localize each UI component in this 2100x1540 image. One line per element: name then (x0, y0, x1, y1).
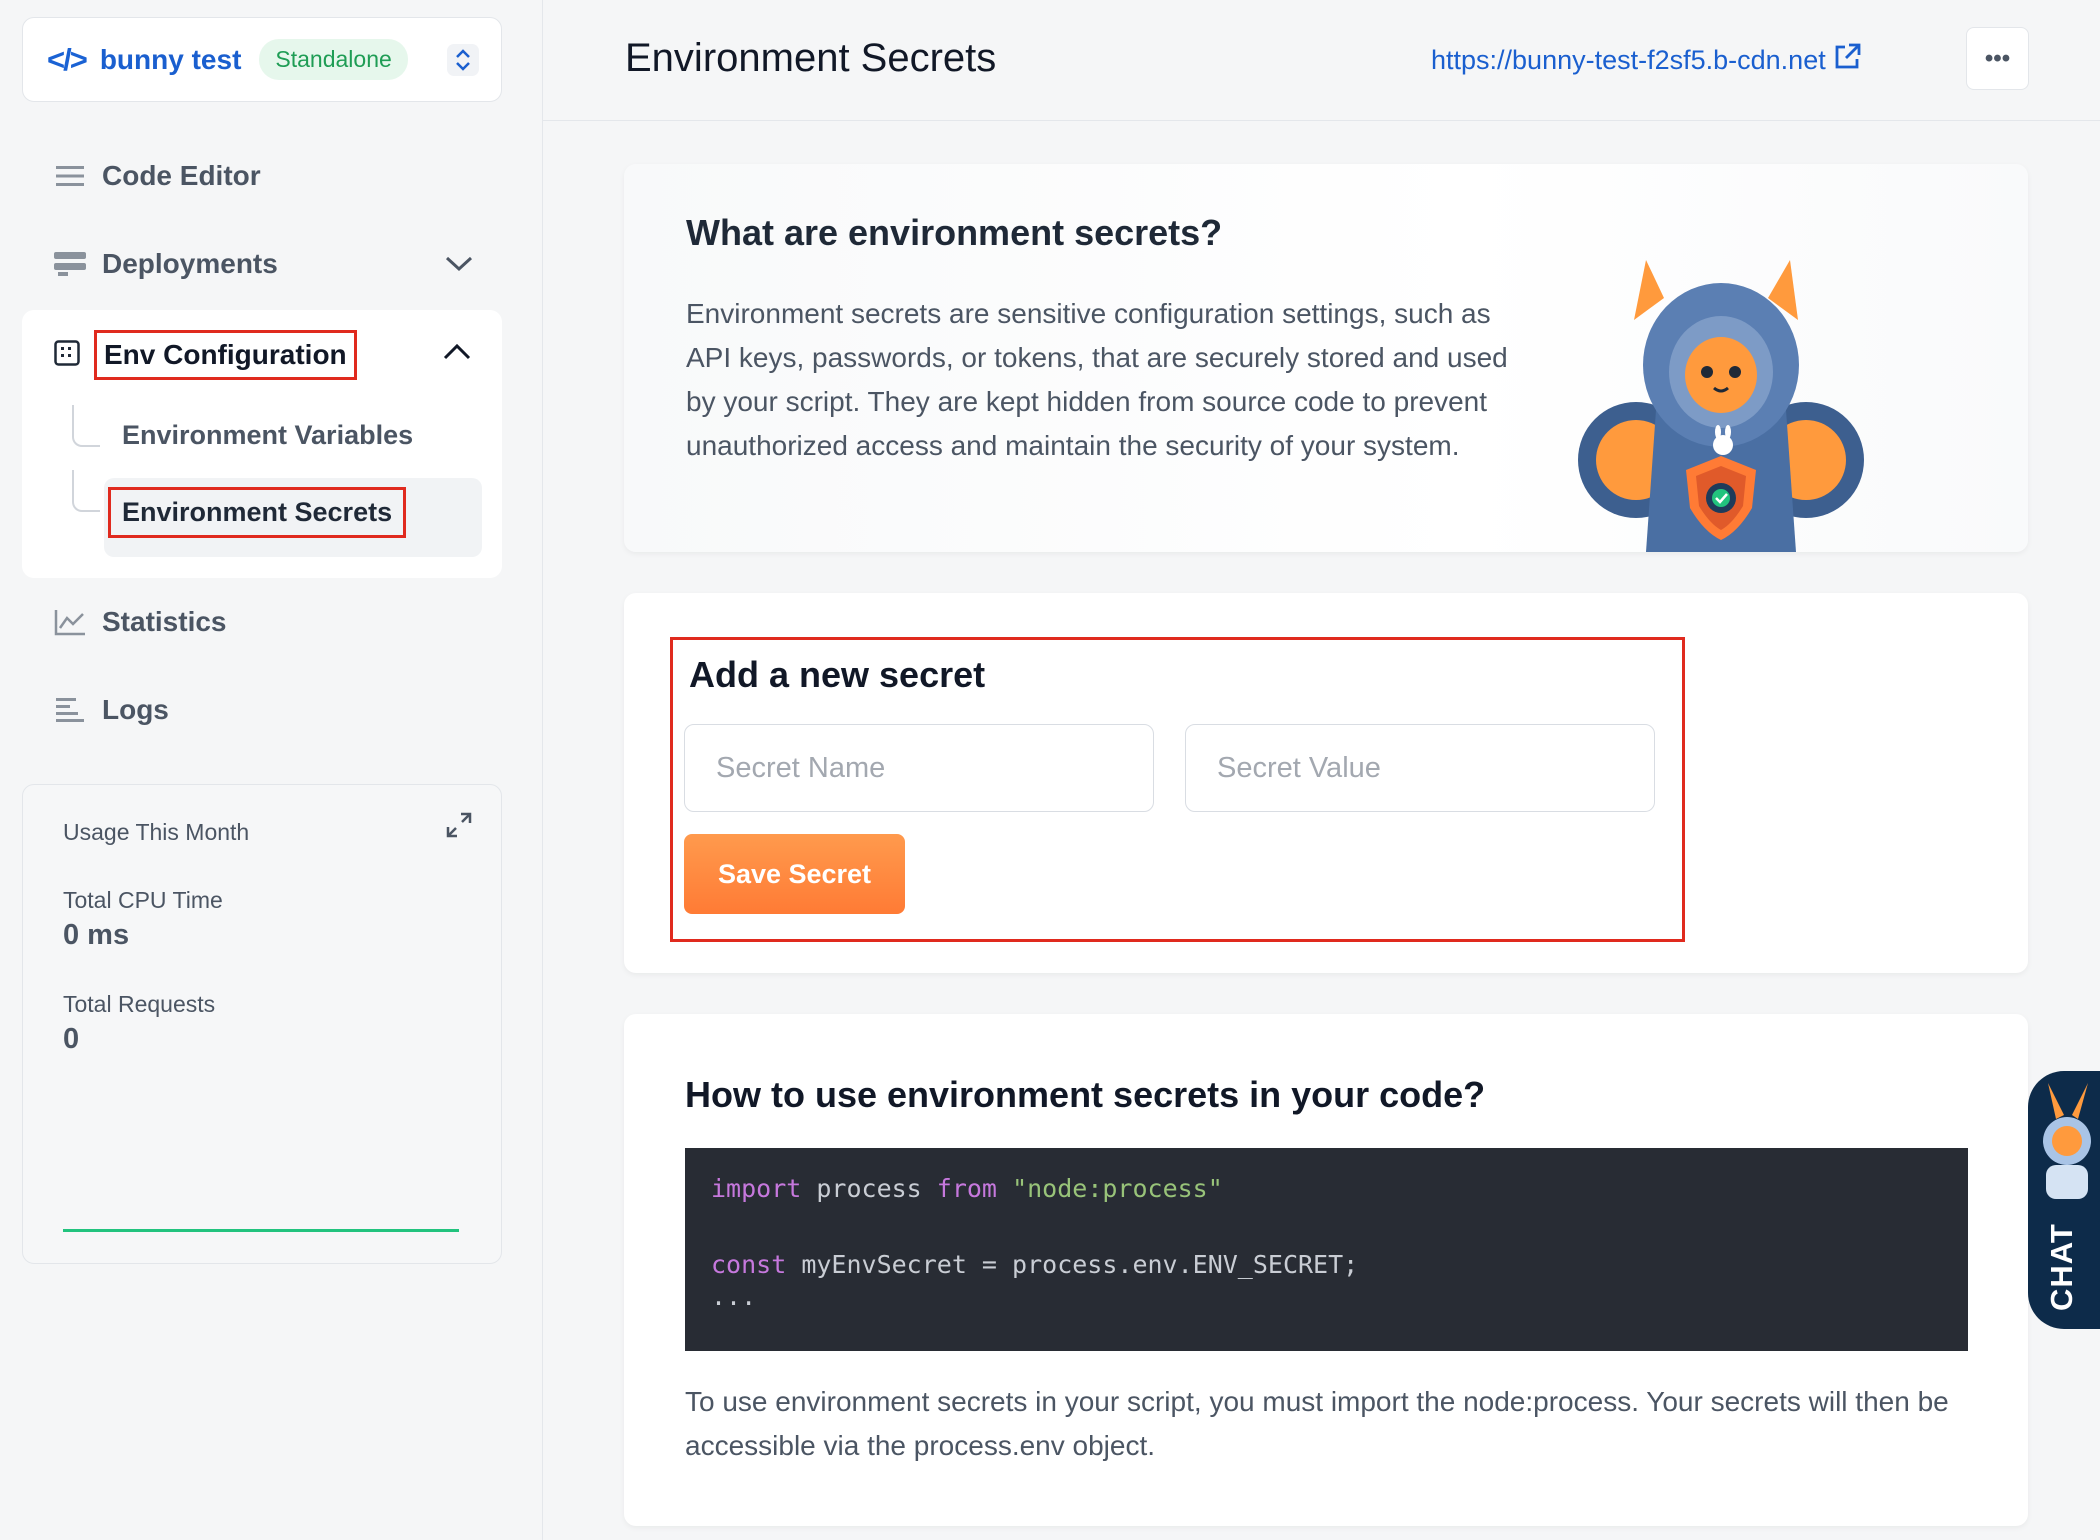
code-keyword: from (936, 1174, 997, 1203)
grid-icon (54, 339, 80, 371)
menu-lines-icon (54, 162, 86, 190)
code-line: ... (711, 1284, 1942, 1318)
requests-label: Total Requests (63, 991, 216, 1017)
nav-deployments-label: Deployments (102, 248, 278, 279)
code-line: import process from "node:process" (711, 1174, 1942, 1212)
usage-title: Usage This Month (63, 819, 250, 845)
chevron-up-icon[interactable] (442, 342, 472, 367)
code-line: const myEnvSecret = process.env.ENV_SECR… (711, 1250, 1942, 1288)
cdn-url-link[interactable]: https://bunny-test-f2sf5.b-cdn.net (1431, 42, 1862, 79)
logs-icon (54, 696, 86, 724)
nav-env-configuration[interactable]: Env Configuration (54, 330, 357, 380)
project-name: bunny test (99, 43, 242, 75)
nav-env-configuration-label: Env Configuration (94, 330, 357, 380)
chat-widget-button[interactable]: CHAT (2028, 1071, 2100, 1329)
usage-bar (63, 1229, 459, 1232)
expand-icon[interactable] (445, 811, 473, 844)
code-ellipsis: ... (711, 1282, 757, 1311)
project-switcher[interactable]: </> bunny test Standalone (22, 17, 502, 102)
cpu-time-value: 0 ms (63, 919, 130, 951)
code-keyword: import (711, 1174, 802, 1203)
code-snippet: import process from "node:process" const… (685, 1148, 1968, 1351)
nav-code-editor-label: Code Editor (102, 160, 261, 191)
nav-statistics-label: Statistics (102, 606, 227, 637)
howto-title: How to use environment secrets in your c… (685, 1074, 1486, 1115)
nav-logs-label: Logs (102, 694, 169, 725)
secret-name-input[interactable] (684, 724, 1154, 812)
save-secret-button[interactable]: Save Secret (684, 834, 905, 914)
project-type-badge: Standalone (259, 39, 408, 80)
nav-deployments[interactable]: Deployments (54, 248, 474, 280)
nav-environment-variables[interactable]: Environment Variables (122, 420, 413, 451)
cdn-url-text: https://bunny-test-f2sf5.b-cdn.net (1431, 45, 1826, 75)
info-title: What are environment secrets? (686, 212, 1223, 253)
secret-value-input[interactable] (1185, 724, 1655, 812)
add-secret-form: Add a new secret Save Secret (670, 637, 1685, 942)
bunny-mascot-illustration (1578, 260, 1864, 552)
deployments-icon (54, 250, 86, 278)
nav-logs[interactable]: Logs (54, 694, 169, 726)
chat-label: CHAT (2044, 1223, 2079, 1311)
nav-environment-secrets[interactable]: Environment Secrets (108, 487, 407, 538)
more-options-button[interactable]: ••• (1966, 27, 2029, 90)
page-header: Environment Secrets https://bunny-test-f… (543, 0, 2100, 121)
sidebar: </> bunny test Standalone Code Editor De… (0, 0, 543, 1540)
howto-description: To use environment secrets in your scrip… (685, 1386, 1949, 1461)
nav-code-editor[interactable]: Code Editor (54, 160, 261, 192)
info-description: Environment secrets are sensitive config… (686, 298, 1508, 461)
chart-line-icon (54, 608, 86, 636)
usage-panel: Usage This Month Total CPU Time 0 ms Tot… (22, 784, 502, 1264)
chevron-updown-icon[interactable] (447, 44, 479, 76)
add-secret-card: Add a new secret Save Secret (624, 593, 2028, 973)
add-secret-title: Add a new secret (689, 654, 986, 695)
tree-connector (72, 405, 100, 447)
bunny-avatar-icon (2043, 1083, 2091, 1199)
requests-value: 0 (63, 1023, 80, 1055)
code-text: process (801, 1174, 937, 1203)
page-title: Environment Secrets (625, 36, 997, 80)
cpu-time-label: Total CPU Time (63, 887, 223, 913)
code-icon: </> (47, 41, 88, 77)
code-keyword: const (711, 1250, 787, 1279)
info-card: What are environment secrets? Environmen… (624, 164, 2028, 552)
nav-statistics[interactable]: Statistics (54, 606, 227, 638)
tree-connector (72, 470, 100, 512)
chevron-down-icon[interactable] (444, 248, 474, 280)
env-configuration-group: Env Configuration Environment Variables … (22, 310, 502, 578)
howto-card: How to use environment secrets in your c… (624, 1014, 2028, 1526)
code-string: "node:process" (1012, 1174, 1223, 1203)
code-text: myEnvSecret = process.env.ENV_SECRET; (786, 1250, 1359, 1279)
external-link-icon (1832, 42, 1862, 79)
